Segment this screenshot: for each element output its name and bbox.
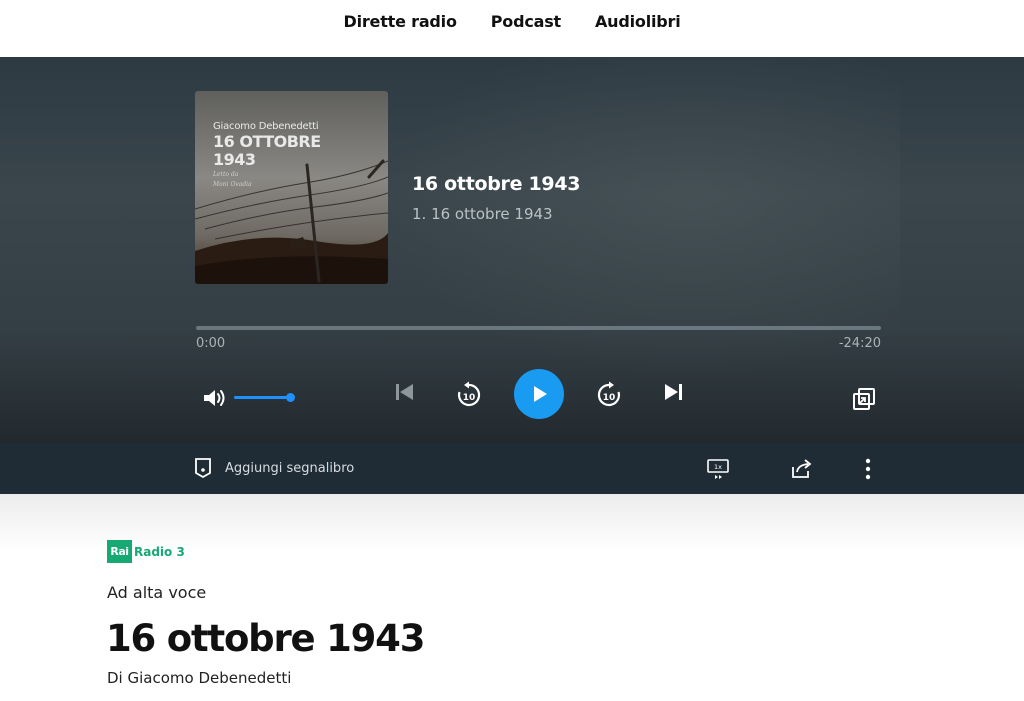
play-icon (534, 386, 547, 402)
cover-title-line2: 1943 (213, 150, 256, 169)
time-elapsed: 0:00 (196, 336, 226, 351)
share-icon (792, 459, 812, 478)
rai-radio3-logo[interactable]: Rai Radio 3 (107, 540, 185, 563)
more-vertical-icon (865, 458, 871, 480)
author-line: Di Giacomo Debenedetti (107, 669, 292, 687)
play-button[interactable] (514, 369, 564, 419)
popout-icon[interactable] (851, 386, 877, 412)
cover-title-line1: 16 OTTOBRE (213, 132, 321, 151)
logo-channel-name: Radio 3 (134, 544, 185, 559)
episode-title: 16 ottobre 1943 (106, 617, 425, 660)
playback-speed-button[interactable]: 1x (706, 457, 730, 481)
track-subtitle: 1. 16 ottobre 1943 (412, 205, 553, 223)
skip-previous-icon[interactable] (393, 380, 417, 404)
volume-knob[interactable] (285, 393, 295, 402)
cover-author: Giacomo Debenedetti (213, 121, 319, 132)
audio-player: Giacomo Debenedetti 16 OTTOBRE 1943 Lett… (0, 57, 1024, 444)
episode-details: Rai Radio 3 Ad alta voce 16 ottobre 1943… (0, 494, 1024, 701)
skip-next-icon[interactable] (661, 380, 685, 404)
svg-text:10: 10 (463, 393, 476, 403)
add-bookmark-button[interactable]: Aggiungi segnalibro (193, 457, 354, 479)
forward-10-icon[interactable]: 10 (594, 380, 624, 410)
track-title: 16 ottobre 1943 (412, 173, 581, 195)
add-bookmark-label: Aggiungi segnalibro (225, 460, 355, 476)
program-name[interactable]: Ad alta voce (107, 583, 206, 602)
action-bar: Aggiungi segnalibro 1x (0, 444, 1024, 494)
volume-slider[interactable] (234, 393, 295, 402)
cover-reader-line1: Letto da (213, 171, 239, 178)
progress-bar[interactable] (196, 326, 881, 330)
playback-speed-label: 1x (714, 463, 722, 471)
logo-rai-mark: Rai (107, 540, 132, 563)
time-remaining: -24:20 (838, 336, 881, 351)
volume-fill (234, 396, 292, 399)
nav-item-podcast[interactable]: Podcast (491, 12, 561, 31)
rewind-10-icon[interactable]: 10 (454, 380, 484, 410)
top-nav: Dirette radio Podcast Audiolibri (0, 0, 1024, 57)
nav-item-dirette-radio[interactable]: Dirette radio (344, 12, 457, 31)
playback-speed-icon: 1x (707, 459, 729, 479)
svg-text:10: 10 (603, 393, 616, 403)
cover-reader-line2: Moni Ovadia (213, 181, 252, 188)
cover-art: Giacomo Debenedetti 16 OTTOBRE 1943 Lett… (195, 91, 388, 284)
nav-item-audiolibri[interactable]: Audiolibri (595, 12, 681, 31)
more-options-button[interactable] (856, 457, 880, 481)
volume-icon[interactable] (202, 387, 228, 409)
share-button[interactable] (789, 457, 813, 481)
bookmark-icon (195, 458, 211, 479)
cover-text: Giacomo Debenedetti 16 OTTOBRE 1943 Lett… (213, 121, 321, 188)
